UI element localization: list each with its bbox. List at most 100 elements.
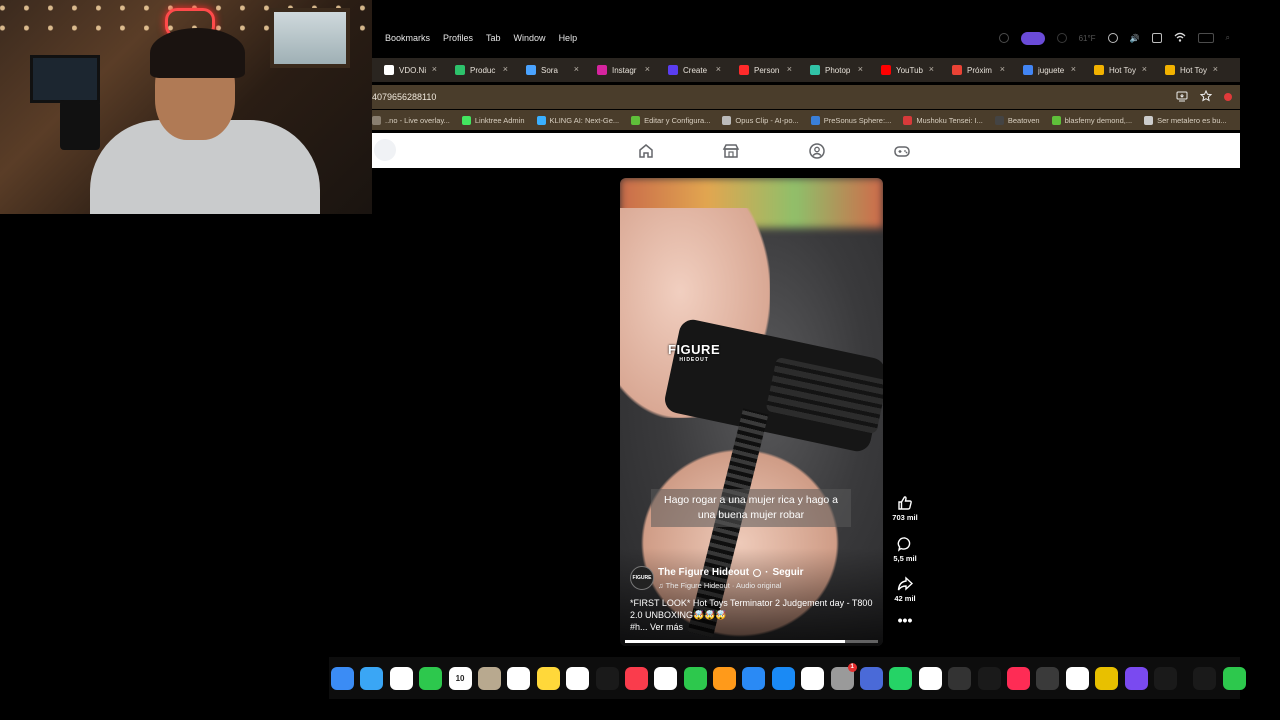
news-icon[interactable] — [654, 666, 678, 690]
cleanshot-icon[interactable] — [977, 666, 1001, 690]
simulator-icon[interactable] — [860, 666, 884, 690]
freeform-icon[interactable] — [566, 666, 590, 690]
bookmark-star-icon[interactable] — [1199, 89, 1213, 104]
search-icon[interactable]: ⌕ — [1226, 33, 1230, 43]
battery-icon[interactable] — [1197, 33, 1214, 43]
tab-2[interactable]: Sora × — [514, 58, 585, 82]
follow-button[interactable]: Seguir — [772, 567, 803, 578]
bookmark-item[interactable]: blasfemy demond,... — [1051, 115, 1132, 125]
contacts-icon[interactable] — [477, 666, 501, 690]
gaming-icon[interactable] — [893, 142, 911, 160]
tab-close-icon[interactable]: × — [574, 64, 579, 74]
screen-record-icon[interactable] — [1020, 31, 1045, 45]
tab-close-icon[interactable]: × — [503, 64, 508, 74]
reel-video[interactable]: FIGURE HIDEOUT Hago rogar a una mujer ri… — [620, 178, 883, 646]
bookmark-item[interactable]: PreSonus Sphere:... — [810, 115, 891, 125]
audio-row[interactable]: ♫ The Figure Hideout · Audio original — [658, 581, 781, 590]
tab-7[interactable]: YouTub × — [869, 58, 940, 82]
tab-close-icon[interactable]: × — [1000, 64, 1005, 74]
tiktok-icon[interactable] — [1006, 666, 1030, 690]
window-icon[interactable] — [1151, 33, 1162, 43]
bookmark-item[interactable]: Editar y Configura... — [631, 115, 710, 125]
tab-close-icon[interactable]: × — [929, 64, 934, 74]
screen-mirror-icon[interactable] — [998, 33, 1009, 43]
tab-close-icon[interactable]: × — [858, 64, 863, 74]
bookmark-item[interactable]: Opus Clip - AI-po... — [722, 115, 799, 125]
tab-5[interactable]: Person × — [727, 58, 798, 82]
music-icon[interactable] — [624, 666, 648, 690]
tab-1[interactable]: Produc × — [443, 58, 514, 82]
opera-icon[interactable] — [948, 666, 972, 690]
menu-window[interactable]: Window — [514, 33, 546, 43]
tab-close-icon[interactable]: × — [1142, 64, 1147, 74]
bookmark-item[interactable]: Beatoven — [994, 115, 1040, 125]
tab-close-icon[interactable]: × — [645, 64, 650, 74]
bookmark-item[interactable]: Linktree Admin — [461, 115, 525, 125]
photos-icon[interactable] — [389, 666, 413, 690]
extension-icon[interactable] — [1224, 93, 1232, 101]
app-store-icon[interactable] — [771, 666, 795, 690]
search-button[interactable] — [374, 139, 396, 161]
pencil-app-icon[interactable] — [1036, 666, 1060, 690]
bookmark-item[interactable]: KLING AI: Next-Ge... — [536, 115, 619, 125]
menu-tab[interactable]: Tab — [486, 33, 501, 43]
waveform-app-icon[interactable] — [1153, 666, 1177, 690]
phone-icon[interactable] — [1222, 666, 1246, 690]
like-button[interactable]: 703 mil — [888, 495, 922, 522]
bookmark-item[interactable]: Ser metalero es bu... — [1144, 115, 1227, 125]
weather-temperature[interactable]: 61°F — [1079, 34, 1096, 43]
marketplace-icon[interactable] — [722, 142, 740, 160]
tab-6[interactable]: Photop × — [798, 58, 869, 82]
bookmark-item[interactable]: Mushoku Tensei: I... — [903, 115, 983, 125]
comment-button[interactable]: 5,5 mil — [888, 536, 922, 563]
share-button[interactable]: 42 mil — [888, 576, 922, 603]
home-icon[interactable] — [637, 142, 655, 160]
bookmark-item[interactable]: ..no - Live overlay... — [372, 115, 450, 125]
pages-icon[interactable] — [713, 666, 737, 690]
tab-9[interactable]: juguete × — [1011, 58, 1082, 82]
volume-icon[interactable]: 🔊 — [1130, 34, 1140, 43]
capcut-icon[interactable] — [801, 666, 825, 690]
tab-close-icon[interactable]: × — [1071, 64, 1076, 74]
tab-close-icon[interactable]: × — [1213, 64, 1218, 74]
tab-10[interactable]: Hot Toy × — [1082, 58, 1153, 82]
tab-close-icon[interactable]: × — [432, 64, 437, 74]
tab-close-icon[interactable]: × — [716, 64, 721, 74]
see-more-link[interactable]: Ver más — [650, 622, 683, 632]
tab-4[interactable]: Create × — [656, 58, 727, 82]
among-us-icon[interactable] — [1095, 666, 1119, 690]
safari-icon[interactable] — [360, 666, 384, 690]
notes-icon[interactable] — [536, 666, 560, 690]
play-icon[interactable] — [1107, 33, 1118, 43]
tab-11[interactable]: Hot Toy × — [1153, 58, 1224, 82]
groups-icon[interactable] — [808, 142, 826, 160]
address-bar[interactable]: 4079656288110 — [372, 85, 1240, 109]
wifi-icon[interactable] — [1174, 32, 1186, 44]
reminders-icon[interactable] — [507, 666, 531, 690]
tv-icon[interactable] — [595, 666, 619, 690]
menu-profiles[interactable]: Profiles — [443, 33, 473, 43]
menu-help[interactable]: Help — [559, 33, 578, 43]
tab-8[interactable]: Próxim × — [940, 58, 1011, 82]
launchpad-icon[interactable] — [1124, 666, 1148, 690]
video-progress-bar[interactable] — [625, 640, 878, 643]
calendar-icon[interactable]: 10 — [448, 666, 472, 690]
system-settings-icon[interactable]: 1 — [830, 662, 857, 690]
facetime-icon[interactable] — [419, 666, 443, 690]
waveform-app-2-icon[interactable] — [1193, 666, 1217, 690]
whatsapp-icon[interactable] — [889, 666, 913, 690]
tab-close-icon[interactable]: × — [787, 64, 792, 74]
tab-0[interactable]: VDO.Ni × — [372, 58, 443, 82]
author-avatar[interactable]: FIGURE — [630, 566, 654, 590]
mail-icon[interactable] — [331, 666, 354, 690]
install-app-icon[interactable] — [1176, 91, 1188, 104]
keynote-icon[interactable] — [742, 666, 766, 690]
gear-icon[interactable] — [1056, 33, 1067, 43]
url-text[interactable]: 4079656288110 — [372, 92, 436, 102]
menu-bookmarks[interactable]: Bookmarks — [385, 33, 430, 43]
tab-3[interactable]: Instagr × — [585, 58, 656, 82]
author-name[interactable]: The Figure Hideout — [658, 567, 749, 578]
chatgpt-icon[interactable] — [1065, 666, 1089, 690]
more-options-icon[interactable]: ••• — [888, 613, 922, 627]
numbers-icon[interactable] — [683, 666, 707, 690]
